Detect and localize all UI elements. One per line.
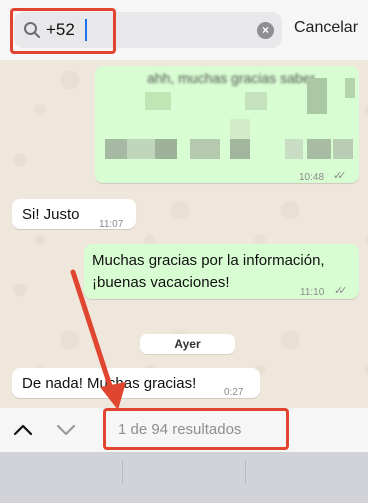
pixelated-block [127,139,155,159]
message-time: 11:07 [99,219,124,230]
pixelated-block [105,139,127,159]
pixelated-block [345,78,355,98]
keyboard-area [0,452,368,503]
message-text: De nada! Muchas gracias! [22,375,197,392]
pixelated-block [145,92,171,110]
blurred-message-text: ahh, muchas gracias saber [147,70,316,86]
annotation-box-results [103,408,289,450]
chevron-down-icon[interactable] [53,418,79,442]
pixelated-block [285,139,303,159]
pixelated-block [307,139,331,159]
read-receipt-icon: ✓✓ [333,170,347,182]
message-time: 11:10 [300,287,325,298]
pixelated-block [307,78,327,114]
message-bubble-outgoing-blurred[interactable]: ahh, muchas gracias saber 10:48 ✓✓ [95,66,359,183]
message-bubble-incoming[interactable]: Si! Justo 11:07 [12,199,136,230]
clear-search-icon[interactable]: × [257,22,274,39]
pixelated-block [155,139,177,159]
cancel-button[interactable]: Cancelar [294,19,358,37]
message-bubble-outgoing[interactable]: Muchas gracias por la información, ¡buen… [84,244,359,299]
pixelated-block [333,139,353,159]
keyboard-divider [122,460,123,484]
chevron-up-icon[interactable] [10,418,36,442]
annotation-box-search [10,8,116,54]
message-text-line2: ¡buenas vacaciones! [92,274,230,291]
message-time: 0:27 [224,387,244,398]
message-text-line1: Muchas gracias por la información, [92,252,325,269]
message-bubble-incoming[interactable]: De nada! Muchas gracias! 0:27 [12,368,260,398]
message-text: Si! Justo [22,206,80,223]
pixelated-block [230,119,250,139]
pixelated-block [190,139,220,159]
pixelated-block [230,139,250,159]
message-time: 10:48 [299,172,325,183]
read-receipt-icon: ✓✓ [334,285,348,297]
pixelated-block [245,92,267,110]
day-separator: Ayer [140,334,235,354]
keyboard-divider [245,460,246,484]
